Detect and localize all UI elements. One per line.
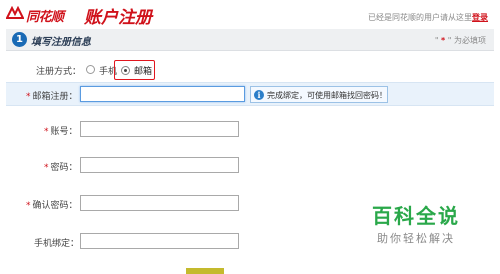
email-input[interactable] [80,86,245,102]
brand-name: 同花顺 [26,10,64,25]
radio-email[interactable] [121,66,130,75]
radio-email-label[interactable]: 邮箱 [134,64,152,77]
login-link[interactable]: 登录 [472,13,488,22]
required-star: * [44,127,49,137]
page-title: 账户注册 [84,8,152,28]
section-title: 填写注册信息 [31,37,91,48]
submit-button[interactable] [186,268,224,274]
phone-bind-input[interactable] [80,233,239,249]
info-icon: i [254,90,264,100]
email-label-text: 邮箱注册： [32,92,78,102]
page-header: 同花顺 账户注册 已经是同花顺的用户请从这里登录 [0,0,500,28]
reg-method-label: 注册方式： [36,67,82,77]
email-hint: i 完成绑定，可使用邮箱找回密码！ [250,86,388,103]
radio-email-highlight: 邮箱 [114,60,155,80]
login-hint-text: 已经是同花顺的用户请从这里 [368,13,472,22]
section-header: 1 填写注册信息 " * " 为必填项 [6,29,494,51]
step-number-badge: 1 [12,32,27,47]
account-label: * 账号： [44,124,78,137]
watermark-title: 百科全说 [372,204,460,228]
confirm-password-input[interactable] [80,195,239,211]
radio-phone[interactable] [86,65,95,74]
account-input[interactable] [80,121,239,137]
login-hint: 已经是同花顺的用户请从这里登录 [368,12,488,23]
password-label: * 密码： [44,160,78,173]
reg-method-row: 注册方式： 手机 邮箱 [0,60,500,80]
email-row: * 邮箱注册： i 完成绑定，可使用邮箱找回密码！ [6,82,494,106]
password-label-text: 密码： [50,163,78,173]
confirm-password-label-text: 确认密码： [32,201,78,211]
account-label-text: 账号： [50,127,78,137]
email-label: * 邮箱注册： [26,89,78,102]
email-hint-text: 完成绑定，可使用邮箱找回密码！ [267,91,387,100]
confirm-password-label: * 确认密码： [26,198,78,211]
required-note-suffix: " 为必填项 [445,36,486,45]
watermark: 百科全说 助你轻松解决 [372,200,460,246]
watermark-subtitle: 助你轻松解决 [377,232,455,245]
required-star: * [44,163,49,173]
password-input[interactable] [80,157,239,173]
required-note: " * " 为必填项 [435,35,486,46]
required-star: * [26,92,31,102]
phone-bind-label: 手机绑定： [34,239,80,249]
brand-logo-icon [6,6,24,19]
required-star: * [26,201,31,211]
